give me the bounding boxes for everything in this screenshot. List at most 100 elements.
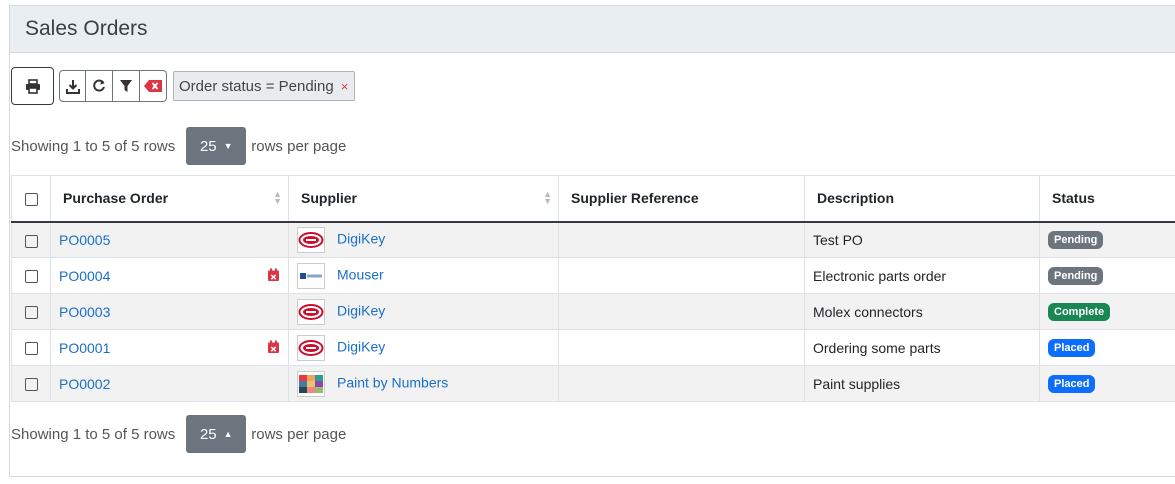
supplier-link[interactable]: DigiKey (337, 230, 385, 246)
row-checkbox-cell[interactable] (11, 257, 51, 294)
status-badge: Placed (1048, 375, 1096, 393)
column-header-status[interactable]: Status ▲▼ (1039, 175, 1175, 223)
row-checkbox[interactable] (24, 306, 38, 320)
purchase-order-cell: PO0005 (50, 221, 289, 258)
filter-icon (120, 80, 132, 92)
column-header-description[interactable]: Description (804, 175, 1040, 223)
table-row[interactable]: PO0002 Paint by Numbers Paint supplies Plac… (11, 365, 1175, 402)
pagination-info-text: Showing 1 to 5 of 5 rows (11, 425, 176, 443)
table-row[interactable]: PO0005 DigiKey Test PO Pending (11, 221, 1175, 258)
print-icon (25, 78, 40, 94)
supplier-cell: DigiKey (288, 221, 559, 258)
purchase-order-link[interactable]: PO0001 (59, 340, 110, 356)
supplier-cell: DigiKey (288, 293, 559, 330)
table-row[interactable]: PO0001 DigiKey Ordering some parts Placed (11, 329, 1175, 366)
row-checkbox[interactable] (24, 270, 38, 284)
download-icon (65, 79, 80, 94)
table-row[interactable]: PO0003 DigiKey Molex connectors Complete (11, 293, 1175, 330)
supplier-logo (297, 226, 325, 253)
page-size-value: 25 (199, 137, 217, 155)
table-header-row: Purchase Order ▲ ▼ Supplier ▲ ▼ Supplier R… (11, 175, 1175, 223)
page-size-value: 25 (199, 425, 217, 443)
status-cell: Complete (1039, 293, 1175, 330)
purchase-order-cell: PO0002 (50, 365, 289, 402)
pagination-top: Showing 1 to 5 of 5 rows 25 ▼ rows per p… (11, 127, 346, 165)
active-filter-chip: Order status = Pending × (173, 71, 356, 101)
status-badge: Pending (1048, 231, 1104, 250)
remove-filter-icon[interactable]: × (341, 79, 349, 94)
table-toolbar: Order status = Pending × (11, 67, 356, 105)
status-cell: Pending (1039, 221, 1175, 258)
purchase-order-cell: PO0004 (50, 257, 289, 294)
supplier-logo (297, 334, 325, 361)
pagination-info-text: Showing 1 to 5 of 5 rows (11, 137, 176, 155)
clear-filters-button[interactable] (140, 70, 167, 102)
purchase-order-link[interactable]: PO0005 (59, 232, 110, 248)
supplier-link[interactable]: Paint by Numbers (337, 374, 448, 390)
row-checkbox[interactable] (24, 342, 38, 356)
clear-filter-icon (144, 80, 162, 92)
page-size-dropdown[interactable]: 25 ▼ (186, 127, 247, 165)
caret-up-icon: ▲ (223, 429, 233, 439)
supplier-link[interactable]: DigiKey (337, 302, 385, 318)
purchase-order-link[interactable]: PO0003 (59, 304, 110, 320)
refresh-button[interactable] (86, 70, 113, 102)
description-cell: Ordering some parts (804, 329, 1040, 366)
row-checkbox-cell[interactable] (11, 329, 51, 366)
page-size-dropdown[interactable]: 25 ▲ (186, 415, 247, 453)
supplier-cell: Mouser (288, 257, 559, 294)
row-checkbox[interactable] (24, 378, 38, 392)
purchase-order-link[interactable]: PO0004 (59, 268, 110, 284)
column-header-supplier-reference[interactable]: Supplier Reference (558, 175, 805, 223)
column-header-supplier[interactable]: Supplier ▲ ▼ (288, 175, 559, 223)
panel-header: Sales Orders (10, 6, 1175, 53)
status-badge: Placed (1048, 339, 1096, 357)
column-label: Purchase Order (63, 190, 169, 207)
caret-down-icon: ▼ (223, 141, 233, 151)
column-header-purchase-order[interactable]: Purchase Order ▲ ▼ (50, 175, 289, 223)
table-row[interactable]: PO0004 Mouser Electronic parts order Pendin… (11, 257, 1175, 294)
column-label: Status (1052, 190, 1095, 207)
supplier-link[interactable]: DigiKey (337, 338, 385, 354)
filter-button[interactable] (113, 70, 140, 102)
sort-icon: ▲▼ (543, 189, 552, 206)
purchase-order-cell: PO0003 (50, 293, 289, 330)
overdue-calendar-icon (267, 268, 280, 285)
description-cell: Test PO (804, 221, 1040, 258)
refresh-icon (93, 79, 105, 92)
print-button[interactable] (11, 67, 54, 105)
select-all-checkbox-cell[interactable] (11, 175, 51, 223)
filter-chip-label: Order status = Pending (179, 77, 334, 95)
supplier-logo (297, 262, 325, 289)
row-checkbox[interactable] (24, 234, 38, 248)
supplier-link[interactable]: Mouser (337, 266, 384, 282)
description-cell: Electronic parts order (804, 257, 1040, 294)
overdue-calendar-icon (267, 340, 280, 357)
status-badge: Pending (1048, 267, 1104, 285)
purchase-order-link[interactable]: PO0002 (59, 376, 110, 392)
page-title: Sales Orders (25, 17, 148, 40)
supplier-reference-cell (558, 221, 805, 258)
description-cell: Paint supplies (804, 365, 1040, 402)
status-cell: Pending (1039, 257, 1175, 294)
supplier-logo (297, 298, 325, 325)
rows-per-page-label: rows per page (251, 425, 347, 443)
supplier-cell: Paint by Numbers (288, 365, 559, 402)
row-checkbox-cell[interactable] (11, 221, 51, 258)
row-checkbox-cell[interactable] (11, 293, 51, 330)
status-cell: Placed (1039, 329, 1175, 366)
download-button[interactable] (59, 70, 86, 102)
supplier-reference-cell (558, 365, 805, 402)
sort-icon: ▲▼ (273, 189, 282, 206)
supplier-logo (297, 370, 325, 397)
rows-per-page-label: rows per page (251, 137, 347, 155)
status-cell: Placed (1039, 365, 1175, 402)
column-label: Description (817, 190, 895, 207)
column-label: Supplier Reference (571, 190, 699, 207)
select-all-checkbox[interactable] (24, 193, 38, 207)
status-badge: Complete (1048, 303, 1111, 321)
supplier-reference-cell (558, 293, 805, 330)
supplier-reference-cell (558, 329, 805, 366)
row-checkbox-cell[interactable] (11, 365, 51, 402)
pagination-bottom: Showing 1 to 5 of 5 rows 25 ▲ rows per p… (11, 415, 346, 453)
